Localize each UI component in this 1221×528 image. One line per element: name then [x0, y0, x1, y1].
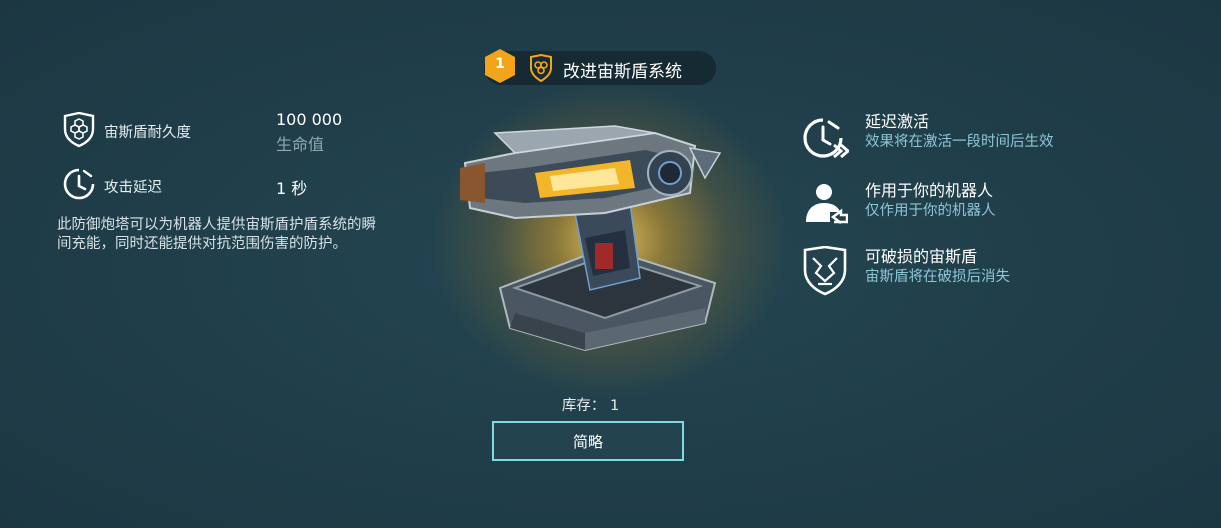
attack-delay-label: 攻击延迟 [104, 180, 162, 196]
tier-number: 1 [495, 56, 505, 72]
robot-user-icon [802, 182, 849, 228]
delayed-activation-icon [801, 117, 851, 163]
shield-hexagon-icon [62, 111, 96, 152]
aegis-durability-unit: 生命值 [276, 135, 325, 154]
stock-value: 1 [609, 398, 620, 414]
broken-shield-icon [802, 245, 848, 300]
brief-button[interactable]: 简略 [492, 421, 684, 461]
item-description: 此防御炮塔可以为机器人提供宙斯盾护盾系统的瞬间充能，同时还能提供对抗范围伤害的防… [57, 217, 376, 252]
turret-image [455, 118, 755, 358]
tier-badge: 1 [484, 48, 516, 84]
feature-robot-desc: 仅作用于你的机器人 [865, 203, 996, 219]
clock-delay-icon [62, 167, 96, 205]
aegis-durability-label: 宙斯盾耐久度 [104, 125, 191, 141]
item-detail-screen: 1 改进宙斯盾系统 宙斯盾耐久度 100 000 生命值 攻击延迟 1 秒 此防… [0, 0, 1221, 528]
aegis-durability-value: 100 000 [276, 110, 343, 129]
feature-robot-title: 作用于你的机器人 [865, 181, 994, 200]
feature-breakable-shield-desc: 宙斯盾将在破损后消失 [865, 269, 1010, 285]
feature-delayed-activation-title: 延迟激活 [865, 112, 930, 131]
stock-label: 库存： [561, 398, 606, 414]
stock-display: 库存： 1 [0, 394, 1181, 415]
aegis-shield-icon [528, 53, 554, 83]
item-title: 改进宙斯盾系统 [563, 62, 682, 82]
feature-breakable-shield-title: 可破损的宙斯盾 [865, 247, 978, 266]
attack-delay-value: 1 秒 [276, 179, 308, 198]
feature-delayed-activation-desc: 效果将在激活一段时间后生效 [865, 134, 1054, 150]
